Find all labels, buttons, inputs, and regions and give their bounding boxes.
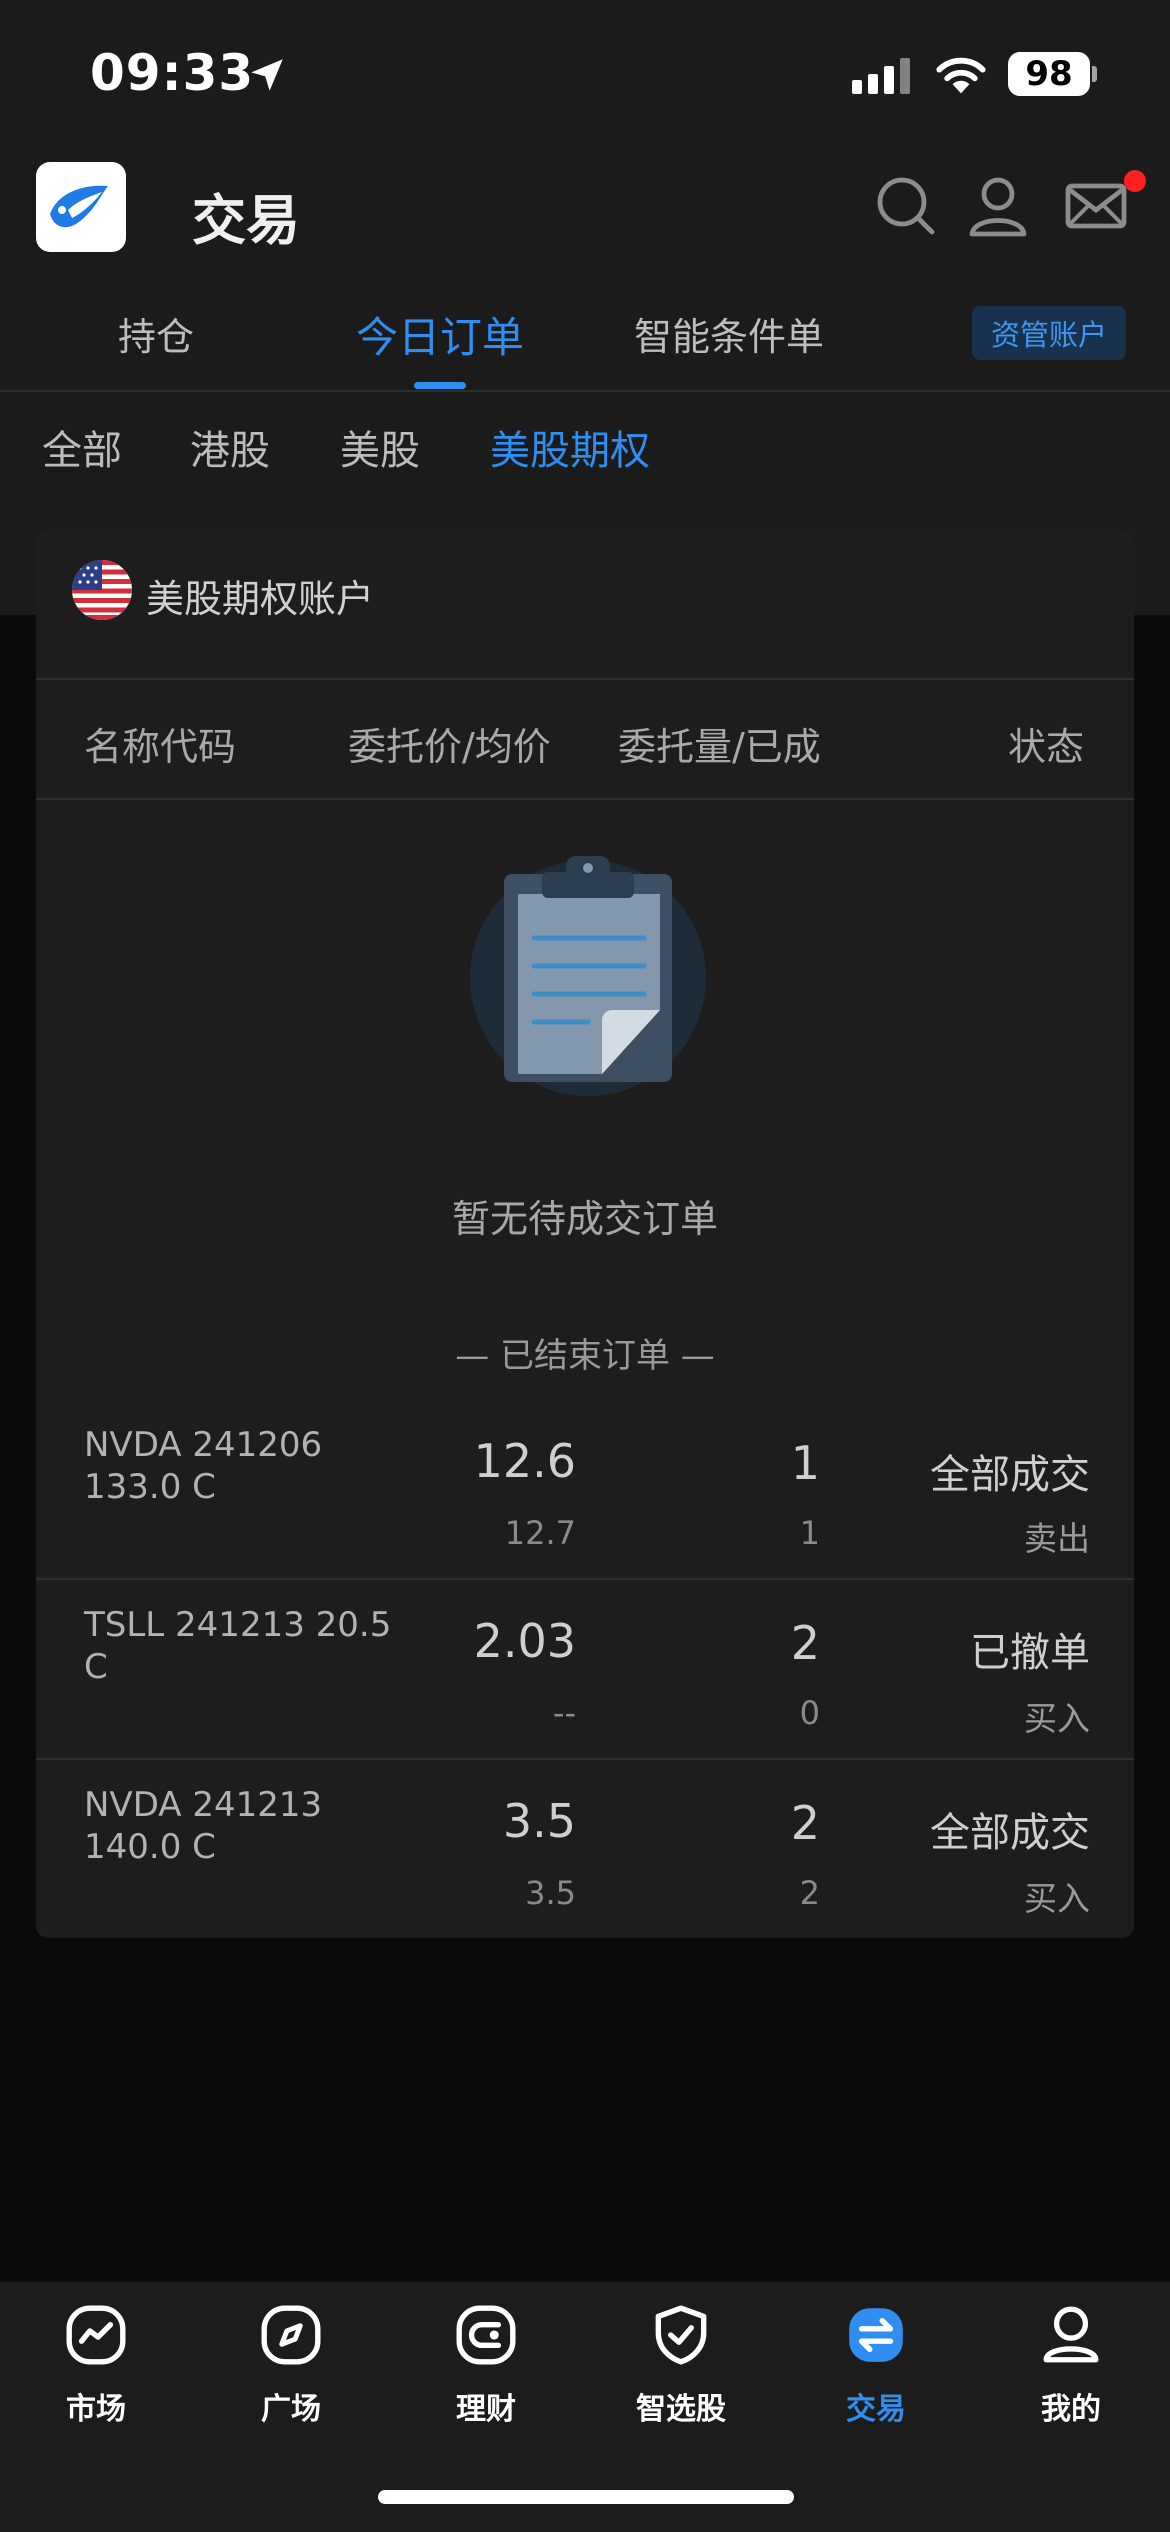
battery-indicator: 98: [1008, 52, 1090, 96]
notification-badge: [1124, 170, 1146, 192]
nav-label: 市场: [66, 2392, 126, 2427]
empty-state-message: 暂无待成交订单: [451, 1197, 718, 1241]
order-price: 2.03: [473, 1614, 576, 1668]
card-divider: [36, 678, 1134, 680]
order-name: TSLL 241213 20.5 C: [84, 1605, 392, 1687]
order-status: 全部成交: [930, 1452, 1090, 1498]
subtab-hk-stocks[interactable]: 港股: [190, 418, 270, 476]
order-side: 卖出: [1024, 1519, 1090, 1558]
order-avg-price: --: [552, 1694, 576, 1732]
tab-smart-conditional-orders[interactable]: 智能条件单: [634, 306, 824, 361]
order-quantity: 1: [790, 1436, 820, 1490]
subtab-all[interactable]: 全部: [42, 418, 122, 476]
active-tab-indicator: [414, 382, 466, 389]
clipboard-icon: [470, 856, 706, 1096]
nav-profile[interactable]: 我的: [986, 2302, 1156, 2428]
us-flag-icon: [72, 560, 132, 620]
nav-label: 智选股: [636, 2392, 726, 2427]
tab-today-orders[interactable]: 今日订单: [356, 304, 524, 365]
nav-square[interactable]: 广场: [206, 2302, 376, 2428]
order-avg-price: 12.7: [504, 1514, 576, 1552]
user-icon[interactable]: [966, 174, 1030, 238]
order-quantity: 2: [790, 1616, 820, 1670]
exchange-icon: [849, 2308, 903, 2362]
order-name: NVDA 241206 133.0 C: [84, 1425, 323, 1507]
subtab-us-options[interactable]: 美股期权: [490, 418, 650, 476]
order-status: 全部成交: [930, 1810, 1090, 1856]
search-icon[interactable]: [874, 174, 938, 238]
nav-label: 我的: [1041, 2392, 1101, 2427]
asset-management-account-button[interactable]: 资管账户: [972, 306, 1126, 360]
order-price: 12.6: [473, 1434, 576, 1488]
battery-tip: [1092, 66, 1097, 82]
home-indicator[interactable]: [378, 2490, 794, 2504]
nav-wealth[interactable]: 理财: [401, 2302, 571, 2428]
nav-market[interactable]: 市场: [11, 2302, 181, 2428]
column-header-price: 委托价/均价: [348, 725, 551, 769]
order-filled-quantity: 1: [799, 1514, 820, 1552]
nav-smart-picks[interactable]: 智选股: [596, 2302, 766, 2428]
order-filled-quantity: 2: [799, 1874, 820, 1912]
nav-label: 理财: [456, 2392, 516, 2427]
compass-icon: [261, 2305, 321, 2365]
column-header-quantity: 委托量/已成: [618, 725, 821, 769]
location-arrow-icon: [251, 59, 283, 91]
order-status: 已撤单: [970, 1630, 1090, 1676]
shield-check-icon: [655, 2305, 707, 2365]
app-logo: [36, 162, 126, 252]
tab-positions[interactable]: 持仓: [118, 306, 194, 361]
status-time: 09:33: [90, 44, 255, 102]
bird-logo-icon: [50, 185, 108, 228]
wifi-icon: [936, 57, 986, 94]
column-header-name: 名称代码: [84, 725, 237, 769]
mail-icon[interactable]: [1064, 174, 1128, 238]
cellular-signal-icon: [852, 58, 910, 94]
order-avg-price: 3.5: [525, 1874, 576, 1912]
wallet-icon: [456, 2305, 516, 2365]
market-chart-icon: [66, 2305, 126, 2365]
tab-divider: [0, 390, 1170, 392]
nav-trade[interactable]: 交易: [791, 2302, 961, 2428]
finished-orders-label: — 已结束订单 —: [455, 1336, 715, 1376]
order-price: 3.5: [502, 1794, 576, 1848]
order-name: NVDA 241213 140.0 C: [84, 1785, 323, 1867]
order-side: 买入: [1024, 1879, 1090, 1918]
header-divider: [36, 798, 1134, 800]
order-quantity: 2: [790, 1796, 820, 1850]
nav-label: 广场: [261, 2392, 321, 2427]
order-filled-quantity: 0: [799, 1694, 820, 1732]
subtab-us-stocks[interactable]: 美股: [340, 418, 420, 476]
order-side: 买入: [1024, 1699, 1090, 1738]
account-title: 美股期权账户: [146, 577, 375, 621]
profile-icon: [1043, 2306, 1099, 2363]
page-title: 交易: [192, 189, 300, 252]
nav-label: 交易: [846, 2392, 906, 2427]
column-header-status: 状态: [1008, 725, 1085, 769]
